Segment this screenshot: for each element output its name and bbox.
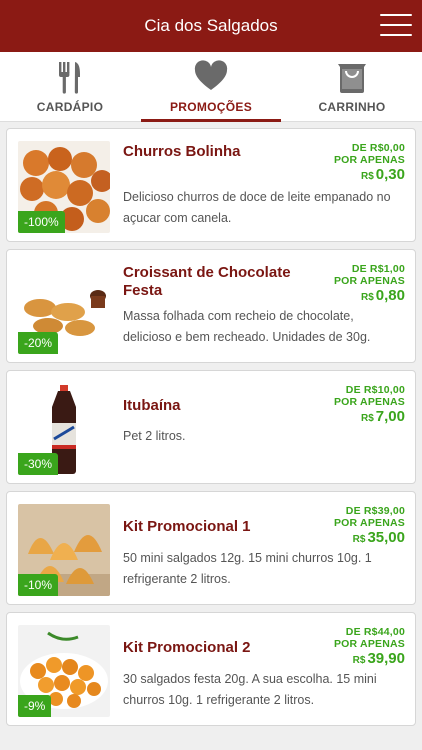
active-tab-indicator <box>141 119 281 122</box>
price-caption: POR APENAS <box>333 275 405 287</box>
currency-symbol: R$ <box>361 292 374 303</box>
original-price: DE R$39,00 <box>345 505 405 517</box>
app-header: Cia dos Salgados <box>0 0 422 52</box>
price-block: DE R$10,00 POR APENAS R$ 7,00 <box>334 384 405 428</box>
heart-icon <box>194 60 228 90</box>
promo-price: R$ 0,80 <box>334 287 405 307</box>
product-image: -10% <box>18 504 110 596</box>
discount-badge: -100% <box>18 211 65 233</box>
product-description: 50 mini salgados 12g. 15 mini churros 10… <box>123 551 372 586</box>
price-caption: POR APENAS <box>333 154 405 166</box>
product-image: -100% <box>18 141 110 233</box>
product-description: 30 salgados festa 20g. A sua escolha. 15… <box>123 672 377 707</box>
tab-cardapio[interactable]: CARDÁPIO <box>0 52 140 122</box>
product-description: Massa folhada com recheio de chocolate, … <box>123 309 371 344</box>
discount-badge: -10% <box>18 574 59 596</box>
product-description: Delicioso churros de doce de leite empan… <box>123 190 391 225</box>
price-value: 39,90 <box>367 650 405 667</box>
promo-price: R$ 39,90 <box>334 650 405 670</box>
tab-label: CARDÁPIO <box>36 100 104 114</box>
price-block: DE R$0,00 POR APENAS R$ 0,30 <box>334 142 405 186</box>
product-card[interactable]: -9% Kit Promocional 2 30 salgados festa … <box>6 612 416 726</box>
tab-label: CARRINHO <box>318 100 386 114</box>
discount-badge: -20% <box>18 332 59 354</box>
product-image: -30% <box>18 383 110 475</box>
price-caption: POR APENAS <box>333 638 405 650</box>
product-image: -20% <box>18 262 110 354</box>
promo-price: R$ 35,00 <box>334 529 405 549</box>
product-name: Itubaína <box>123 397 181 414</box>
app-title: Cia dos Salgados <box>144 16 278 35</box>
product-card[interactable]: -30% Itubaína Pet 2 litros. DE R$10,00 P… <box>6 370 416 484</box>
product-card[interactable]: -100% Churros Bolinha Delicioso churros … <box>6 128 416 242</box>
currency-symbol: R$ <box>361 171 374 182</box>
product-name: Churros Bolinha <box>123 143 241 160</box>
price-block: DE R$44,00 POR APENAS R$ 39,90 <box>334 626 405 670</box>
product-description: Pet 2 litros. <box>123 429 186 443</box>
currency-symbol: R$ <box>361 413 374 424</box>
hamburger-menu-icon[interactable] <box>380 12 412 38</box>
original-price: DE R$44,00 <box>345 626 405 638</box>
cutlery-icon <box>59 62 80 94</box>
original-price: DE R$1,00 <box>351 263 405 275</box>
product-name: Kit Promocional 1 <box>123 518 251 535</box>
price-block: DE R$1,00 POR APENAS R$ 0,80 <box>334 263 405 307</box>
currency-symbol: R$ <box>352 534 366 545</box>
tab-promocoes[interactable]: PROMOÇÕES <box>141 52 281 122</box>
product-name: Croissant de Chocolate Festa <box>123 264 291 299</box>
tab-carrinho[interactable]: CARRINHO <box>282 52 422 122</box>
product-card[interactable]: -10% Kit Promocional 1 50 mini salgados … <box>6 491 416 605</box>
currency-symbol: R$ <box>352 655 366 666</box>
promo-price: R$ 7,00 <box>334 408 405 428</box>
price-value: 35,00 <box>367 529 405 546</box>
discount-badge: -30% <box>18 453 59 475</box>
original-price: DE R$10,00 <box>345 384 405 396</box>
price-value: 0,30 <box>375 166 405 183</box>
price-value: 7,00 <box>375 408 405 425</box>
price-caption: POR APENAS <box>333 396 405 408</box>
original-price: DE R$0,00 <box>351 142 405 154</box>
tab-bar: CARDÁPIO PROMOÇÕES CARRINHO <box>0 52 422 122</box>
promo-price: R$ 0,30 <box>334 166 405 186</box>
price-block: DE R$39,00 POR APENAS R$ 35,00 <box>334 505 405 549</box>
product-name: Kit Promocional 2 <box>123 639 251 656</box>
product-card[interactable]: -20% Croissant de Chocolate Festa Massa … <box>6 249 416 363</box>
price-caption: POR APENAS <box>333 517 405 529</box>
price-value: 0,80 <box>375 287 405 304</box>
tab-label: PROMOÇÕES <box>169 100 253 114</box>
discount-badge: -9% <box>18 695 52 717</box>
shopping-bag-icon <box>338 64 366 93</box>
product-image: -9% <box>18 625 110 717</box>
